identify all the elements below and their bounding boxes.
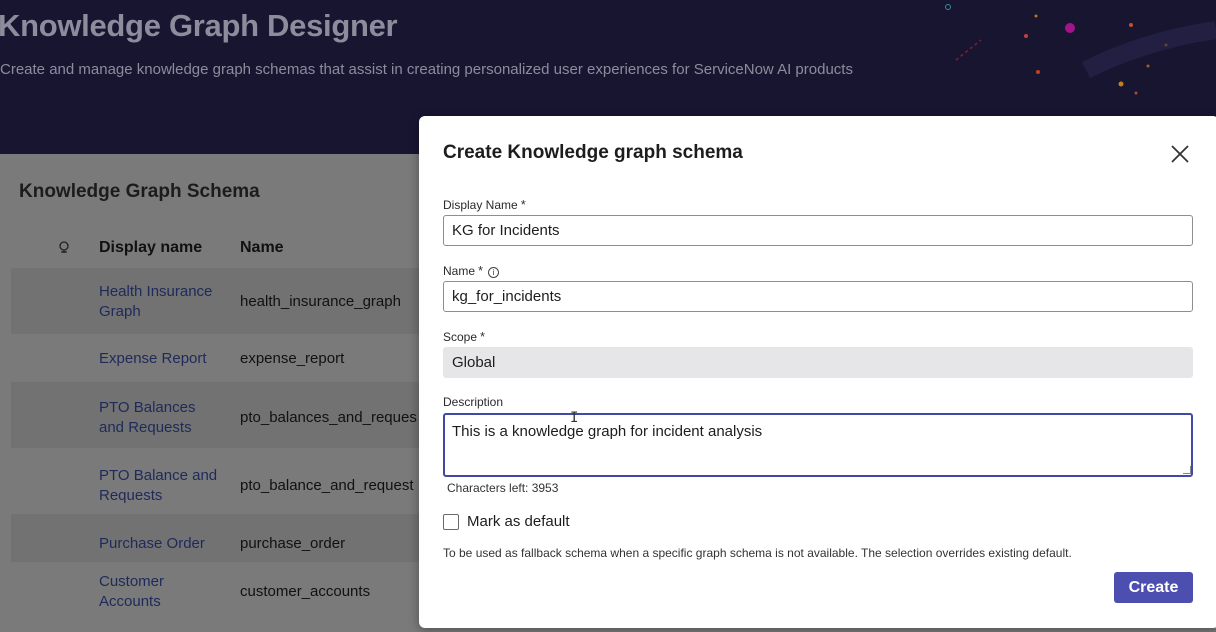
display-name-link[interactable]: Customer Accounts [99,572,164,612]
display-name-link[interactable]: Purchase Order [99,534,205,554]
create-schema-dialog: Create Knowledge graph schema Display Na… [419,116,1216,628]
required-icon: * [520,197,526,212]
display-name-field[interactable] [443,215,1193,246]
dialog-title: Create Knowledge graph schema [443,142,743,163]
characters-left: Characters left: 3953 [447,481,559,495]
mark-default-label[interactable]: Mark as default [467,513,570,530]
name-cell: customer_accounts [240,583,371,600]
name-cell: purchase_order [240,535,346,552]
description-label: Description [443,395,504,409]
display-name-link[interactable]: Health Insurance Graph [99,282,212,322]
description-field[interactable]: This is a knowledge graph for incident a… [443,413,1193,477]
column-settings-icon[interactable] [57,240,71,254]
name-field[interactable] [443,281,1193,312]
display-name-link[interactable]: PTO Balances and Requests [99,398,195,438]
required-icon: * [478,263,484,278]
required-icon: * [480,329,486,344]
table-row[interactable]: Expense Report expense_report [11,334,431,382]
table-row[interactable]: PTO Balance and Requests pto_balance_and_… [11,448,431,514]
info-icon[interactable]: i [488,267,500,278]
resize-handle[interactable] [1183,466,1191,474]
display-name-link[interactable]: Expense Report [99,349,207,369]
text-cursor-icon: I [570,410,579,426]
display-name-link[interactable]: PTO Balance and Requests [99,466,217,506]
name-label: Name * i [443,263,500,278]
column-header-display-name[interactable]: Display name [99,239,202,257]
name-cell: pto_balances_and_reques [240,409,417,426]
table-row[interactable]: Customer Accounts customer_accounts [11,562,431,632]
decorative-graphic [945,4,1216,95]
page-subtitle: Create and manage knowledge graph schema… [0,61,853,78]
name-cell: expense_report [240,350,345,367]
mark-default-checkbox[interactable] [443,514,459,530]
scope-label: Scope * [443,329,486,344]
page-title: Knowledge Graph Designer [0,8,398,43]
table-row[interactable]: PTO Balances and Requests pto_balances_an… [11,382,431,448]
display-name-label: Display Name * [443,197,526,212]
schema-list-title: Knowledge Graph Schema [19,181,260,202]
mark-default-help: To be used as fallback schema when a spe… [443,546,1072,560]
name-cell: health_insurance_graph [240,293,401,310]
table-row[interactable]: Health Insurance Graph health_insurance_g… [11,268,431,334]
close-icon[interactable] [1170,144,1190,164]
table-row[interactable]: Purchase Order purchase_order [11,514,431,562]
column-header-name[interactable]: Name [240,239,284,257]
scope-field: Global [443,347,1193,378]
name-cell: pto_balance_and_request [240,477,414,494]
create-button[interactable]: Create [1114,572,1193,603]
